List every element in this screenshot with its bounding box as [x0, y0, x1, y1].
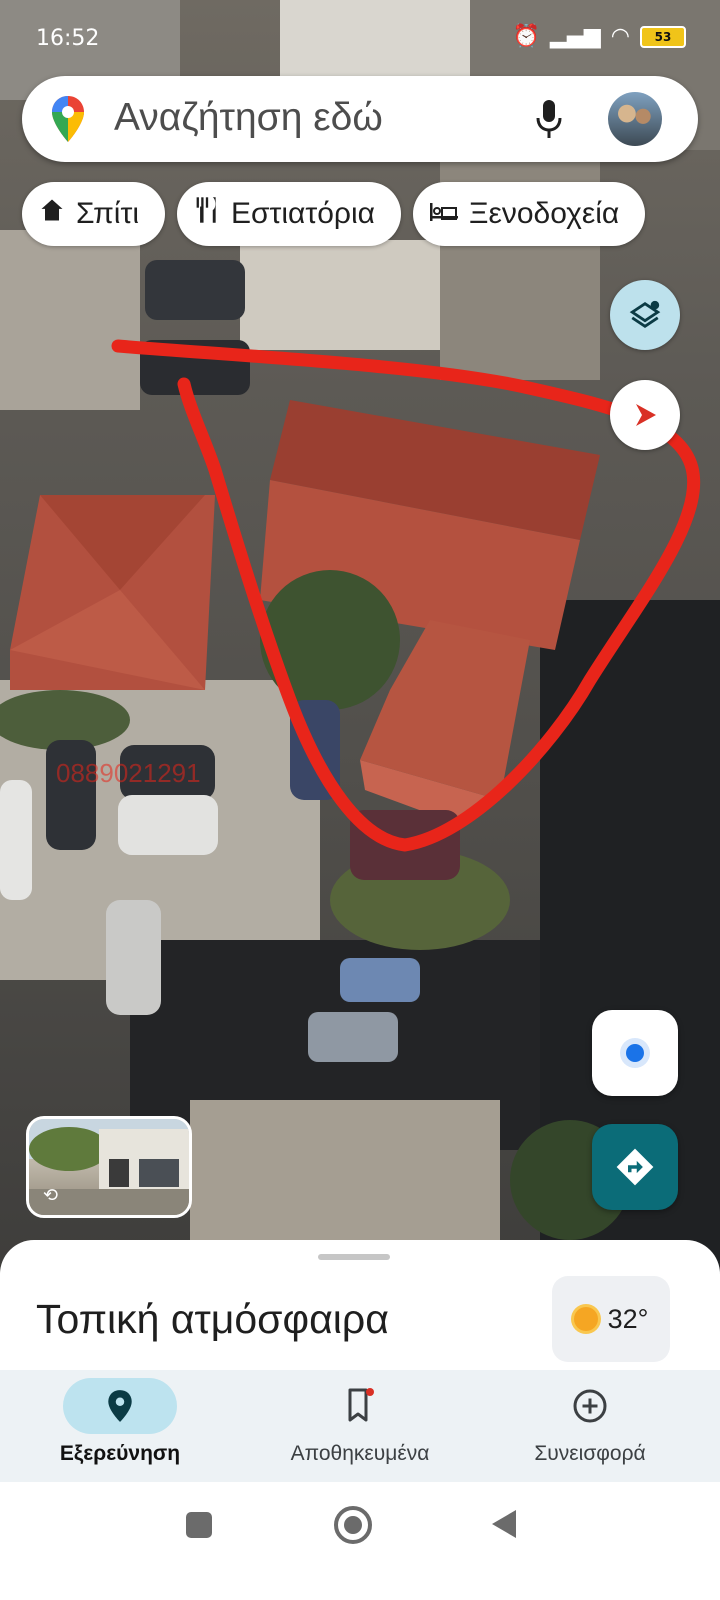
- home-icon: [38, 196, 66, 232]
- alarm-icon: ⏰: [512, 24, 541, 49]
- maps-logo-icon: [50, 94, 86, 148]
- system-navigation-bar: [0, 1482, 720, 1600]
- chip-label: Σπίτι: [76, 197, 139, 230]
- tab-label: Συνεισφορά: [534, 1442, 646, 1465]
- chip-hotels[interactable]: Ξενοδοχεία: [413, 182, 646, 246]
- chip-home[interactable]: Σπίτι: [22, 182, 165, 246]
- hotel-icon: [429, 197, 459, 231]
- sun-icon: [573, 1307, 598, 1331]
- tab-label: Εξερεύνηση: [59, 1442, 181, 1465]
- map-watermark: 0889021291: [56, 758, 201, 788]
- street-view-thumbnail[interactable]: ⟲: [26, 1116, 192, 1218]
- battery-icon: 53: [640, 25, 686, 48]
- home-circle-dot: [344, 1516, 362, 1534]
- search-bar[interactable]: Αναζήτηση εδώ: [22, 76, 698, 162]
- sheet-drag-handle[interactable]: [318, 1254, 390, 1260]
- chip-label: Εστιατόρια: [231, 197, 375, 230]
- explore-pin-icon: [63, 1378, 177, 1434]
- tab-label: Αποθηκευμένα: [290, 1442, 430, 1465]
- directions-icon: [614, 1146, 656, 1192]
- restaurant-icon: [193, 195, 221, 233]
- category-chips: Σπίτι Εστιατόρια Ξενοδοχεία: [22, 182, 646, 246]
- weather-chip[interactable]: 32°: [552, 1276, 670, 1362]
- add-circle-icon: [533, 1378, 647, 1434]
- tab-explore[interactable]: Εξερεύνηση: [0, 1370, 240, 1482]
- search-input[interactable]: Αναζήτηση εδώ: [114, 96, 383, 140]
- status-icons: ⏰ ▂▄▆ ◠ 53: [513, 24, 686, 49]
- status-bar: 16:52 ⏰ ▂▄▆ ◠ 53: [0, 0, 720, 70]
- compass-button[interactable]: [610, 380, 680, 450]
- bottom-navigation: Εξερεύνηση Αποθηκευμένα Συνεισφορά: [0, 1370, 720, 1482]
- mic-icon[interactable]: [534, 98, 564, 144]
- bookmark-icon: [303, 1378, 417, 1434]
- chip-restaurants[interactable]: Εστιατόρια: [177, 182, 401, 246]
- layers-icon: [628, 298, 662, 336]
- tab-contribute[interactable]: Συνεισφορά: [470, 1370, 710, 1482]
- wifi-icon: ◠: [610, 24, 630, 49]
- profile-avatar[interactable]: [608, 92, 662, 146]
- bottom-sheet[interactable]: Τοπική ατμόσφαιρα 32°: [0, 1240, 720, 1370]
- layers-button[interactable]: [610, 280, 680, 350]
- rotate-360-icon: ⟲: [43, 1185, 59, 1206]
- recents-icon[interactable]: [186, 1512, 212, 1538]
- tab-saved[interactable]: Αποθηκευμένα: [240, 1370, 480, 1482]
- my-location-button[interactable]: [592, 1010, 678, 1096]
- signal-icon: ▂▄▆: [550, 24, 601, 49]
- chip-label: Ξενοδοχεία: [469, 197, 620, 230]
- sheet-title: Τοπική ατμόσφαιρα: [36, 1296, 389, 1342]
- status-time: 16:52: [36, 26, 100, 51]
- directions-button[interactable]: [592, 1124, 678, 1210]
- compass-icon: [632, 400, 660, 434]
- weather-temp: 32°: [607, 1303, 649, 1334]
- location-dot-icon: [620, 1038, 650, 1068]
- back-icon[interactable]: [490, 1508, 518, 1544]
